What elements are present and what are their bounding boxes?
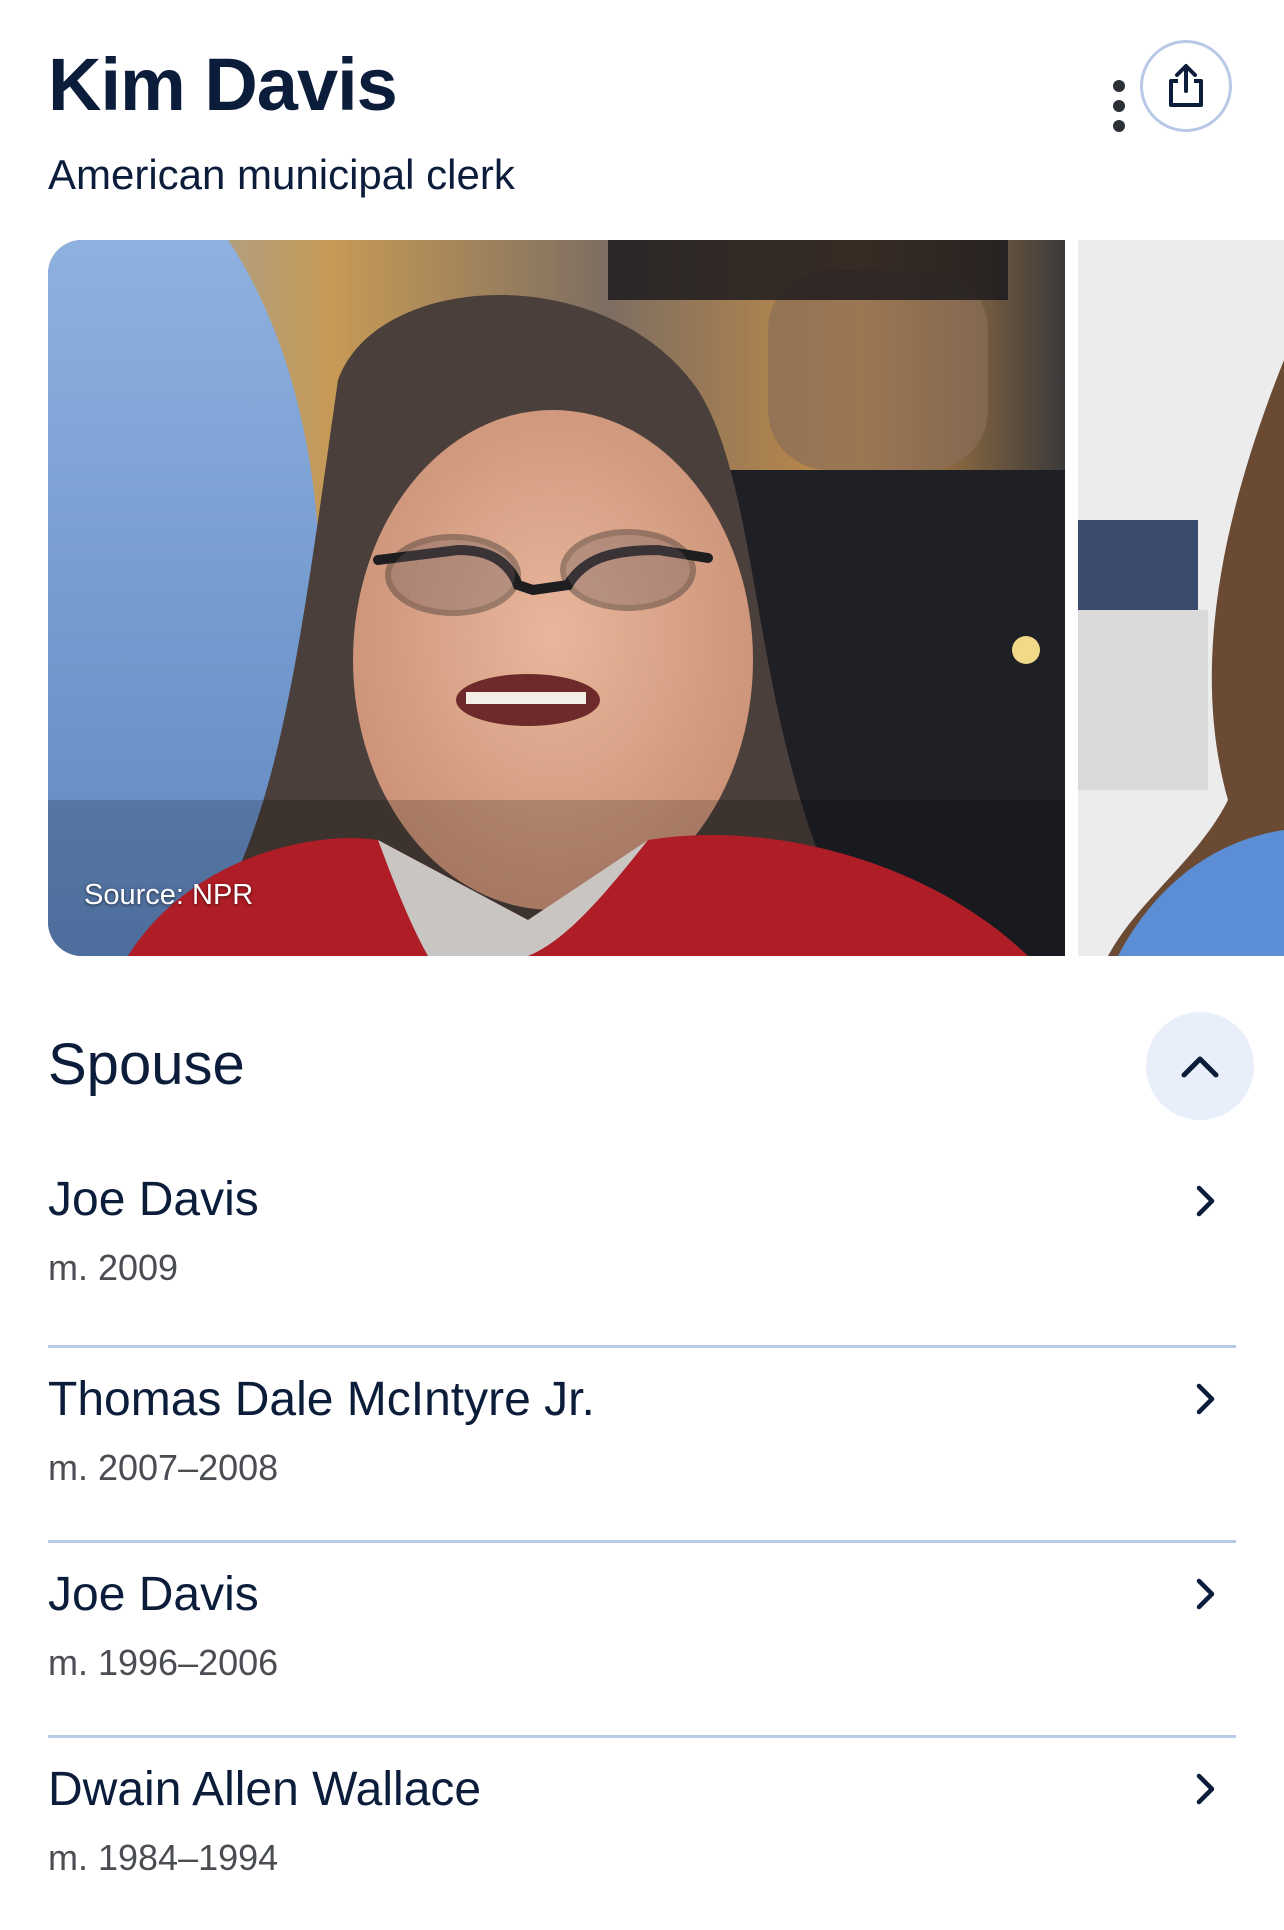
spouse-list: Joe Davis m. 2009 Thomas Dale McIntyre J… — [48, 1150, 1236, 1930]
spouse-dates: m. 1996–2006 — [48, 1642, 279, 1683]
collapse-button[interactable] — [1146, 1012, 1254, 1120]
more-vert-icon — [1113, 80, 1125, 132]
spouse-name: Joe Davis — [48, 1568, 259, 1621]
chevron-right-icon — [1186, 1569, 1226, 1619]
share-icon — [1169, 64, 1203, 107]
spouse-item[interactable]: Thomas Dale McIntyre Jr. m. 2007–2008 — [48, 1345, 1236, 1540]
chevron-right-icon — [1186, 1176, 1226, 1226]
entity-description: American municipal clerk — [48, 151, 515, 198]
next-photo[interactable] — [1078, 240, 1284, 956]
chevron-up-icon — [1181, 1056, 1219, 1078]
spouse-name: Joe Davis — [48, 1173, 259, 1226]
section-title: Spouse — [48, 1032, 245, 1097]
spouse-dates: m. 1984–1994 — [48, 1837, 279, 1878]
spouse-dates: m. 2009 — [48, 1247, 179, 1288]
chevron-right-icon — [1186, 1764, 1226, 1814]
spouse-item[interactable]: Dwain Allen Wallace m. 1984–1994 — [48, 1735, 1236, 1930]
spouse-name: Thomas Dale McIntyre Jr. — [48, 1373, 595, 1426]
spouse-item[interactable]: Joe Davis m. 1996–2006 — [48, 1540, 1236, 1735]
spouse-dates: m. 2007–2008 — [48, 1447, 279, 1488]
share-button[interactable] — [1140, 40, 1232, 132]
image-carousel[interactable]: Source: NPR — [48, 240, 1284, 956]
spouse-section-header: Spouse — [48, 1012, 1254, 1122]
spouse-item[interactable]: Joe Davis m. 2009 — [48, 1150, 1236, 1345]
spouse-name: Dwain Allen Wallace — [48, 1763, 482, 1816]
main-photo[interactable]: Source: NPR — [48, 240, 1065, 956]
portrait-image — [48, 240, 1065, 956]
chevron-right-icon — [1186, 1374, 1226, 1424]
knowledge-panel-header: Kim Davis American municipal clerk — [48, 40, 1284, 210]
next-photo-image — [1078, 240, 1284, 956]
page-title: Kim Davis — [48, 43, 398, 126]
photo-credit: Source: NPR — [84, 879, 254, 911]
